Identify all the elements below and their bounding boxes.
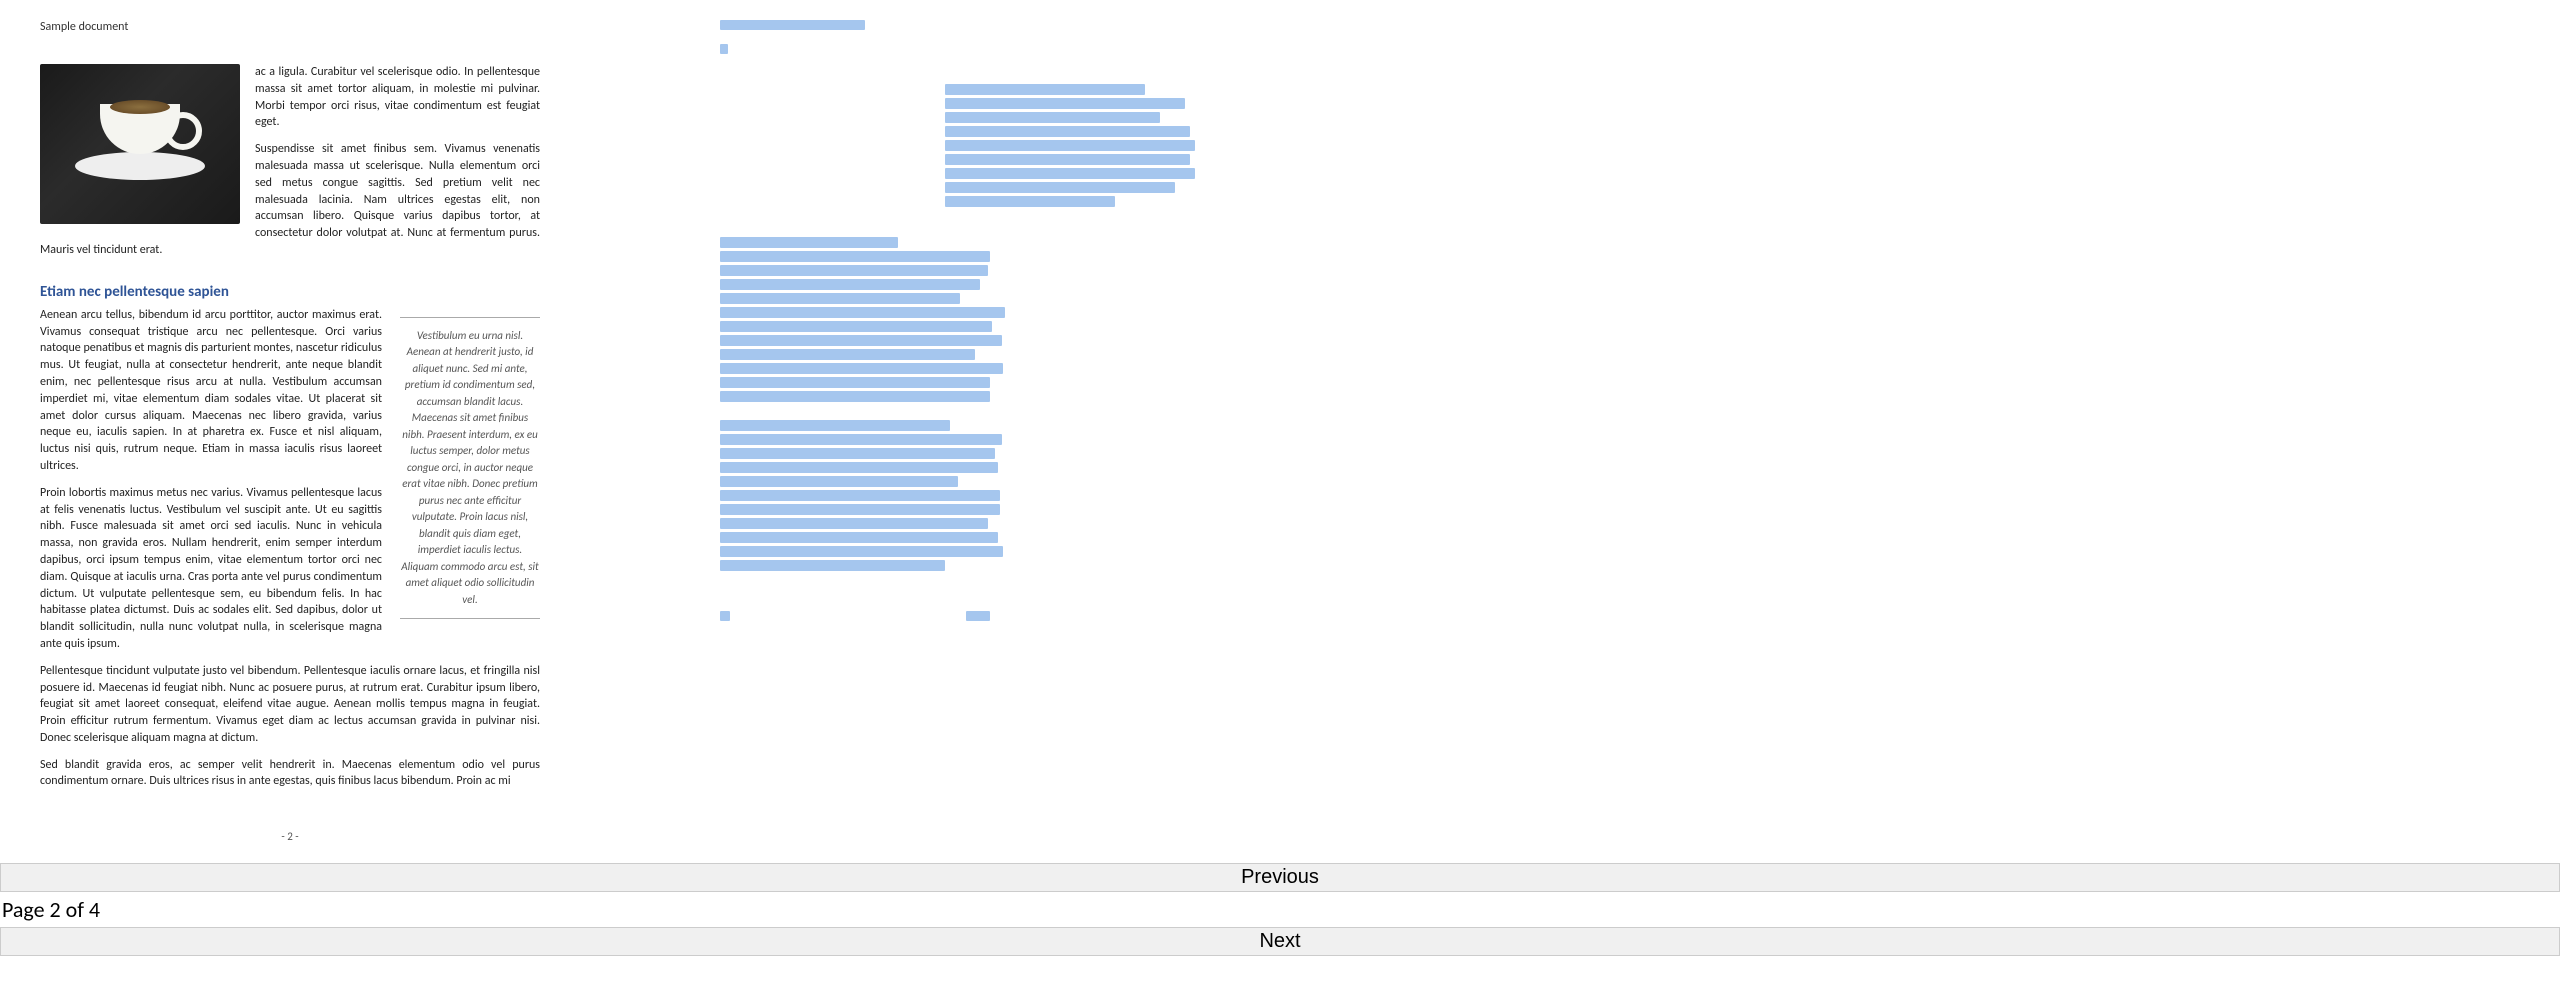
redacted-line <box>720 420 950 431</box>
redacted-line <box>720 321 992 332</box>
redacted-block-leftB <box>720 420 1190 571</box>
redacted-line <box>720 448 995 459</box>
redacted-line <box>720 44 728 54</box>
redacted-line <box>720 335 1002 346</box>
redacted-footer-mark <box>720 611 730 621</box>
warning-pullquote: Vestibulum eu urna nisl. Aenean at hendr… <box>400 317 540 620</box>
redacted-line <box>945 196 1115 207</box>
redacted-block-leftA <box>720 237 1190 402</box>
redacted-line <box>720 265 988 276</box>
redacted-line <box>945 126 1190 137</box>
redacted-line <box>720 476 958 487</box>
redacted-header <box>720 20 865 30</box>
document-page-left: Sample document ac a ligula. Curabitur v… <box>40 20 540 843</box>
page-indicator: Page 2 of 4 <box>0 892 2560 927</box>
redacted-line <box>720 363 1003 374</box>
redacted-line <box>720 434 1002 445</box>
redacted-line <box>720 490 1000 501</box>
paragraph: Pellentesque tincidunt vulputate justo v… <box>40 663 540 747</box>
redacted-line <box>945 182 1175 193</box>
redacted-line <box>720 546 1003 557</box>
previous-button[interactable]: Previous <box>0 863 2560 892</box>
section-heading: Etiam nec pellentesque sapien <box>40 283 540 301</box>
redacted-line <box>720 462 998 473</box>
redacted-line <box>720 504 1000 515</box>
redacted-page-num <box>966 611 990 621</box>
redacted-line <box>720 518 988 529</box>
espresso-photo <box>40 64 240 224</box>
redacted-line <box>720 560 945 571</box>
redacted-line <box>720 237 898 248</box>
redacted-block-right <box>945 84 1190 207</box>
redacted-line <box>720 251 990 262</box>
redacted-line <box>945 168 1195 179</box>
redacted-line <box>720 532 998 543</box>
redacted-line <box>945 98 1185 109</box>
redacted-line <box>945 140 1195 151</box>
next-button[interactable]: Next <box>0 927 2560 956</box>
redacted-line <box>720 279 980 290</box>
document-page-right <box>720 20 1190 843</box>
redacted-line <box>720 377 990 388</box>
paragraph: Sed blandit gravida eros, ac semper veli… <box>40 757 540 791</box>
page-header: Sample document <box>40 20 540 34</box>
redacted-line <box>945 154 1190 165</box>
redacted-line <box>720 349 975 360</box>
redacted-line <box>945 112 1160 123</box>
redacted-line <box>945 84 1145 95</box>
page-number: - 2 - <box>40 830 540 843</box>
redacted-line <box>720 307 1005 318</box>
redacted-line <box>720 391 990 402</box>
redacted-line <box>720 293 960 304</box>
